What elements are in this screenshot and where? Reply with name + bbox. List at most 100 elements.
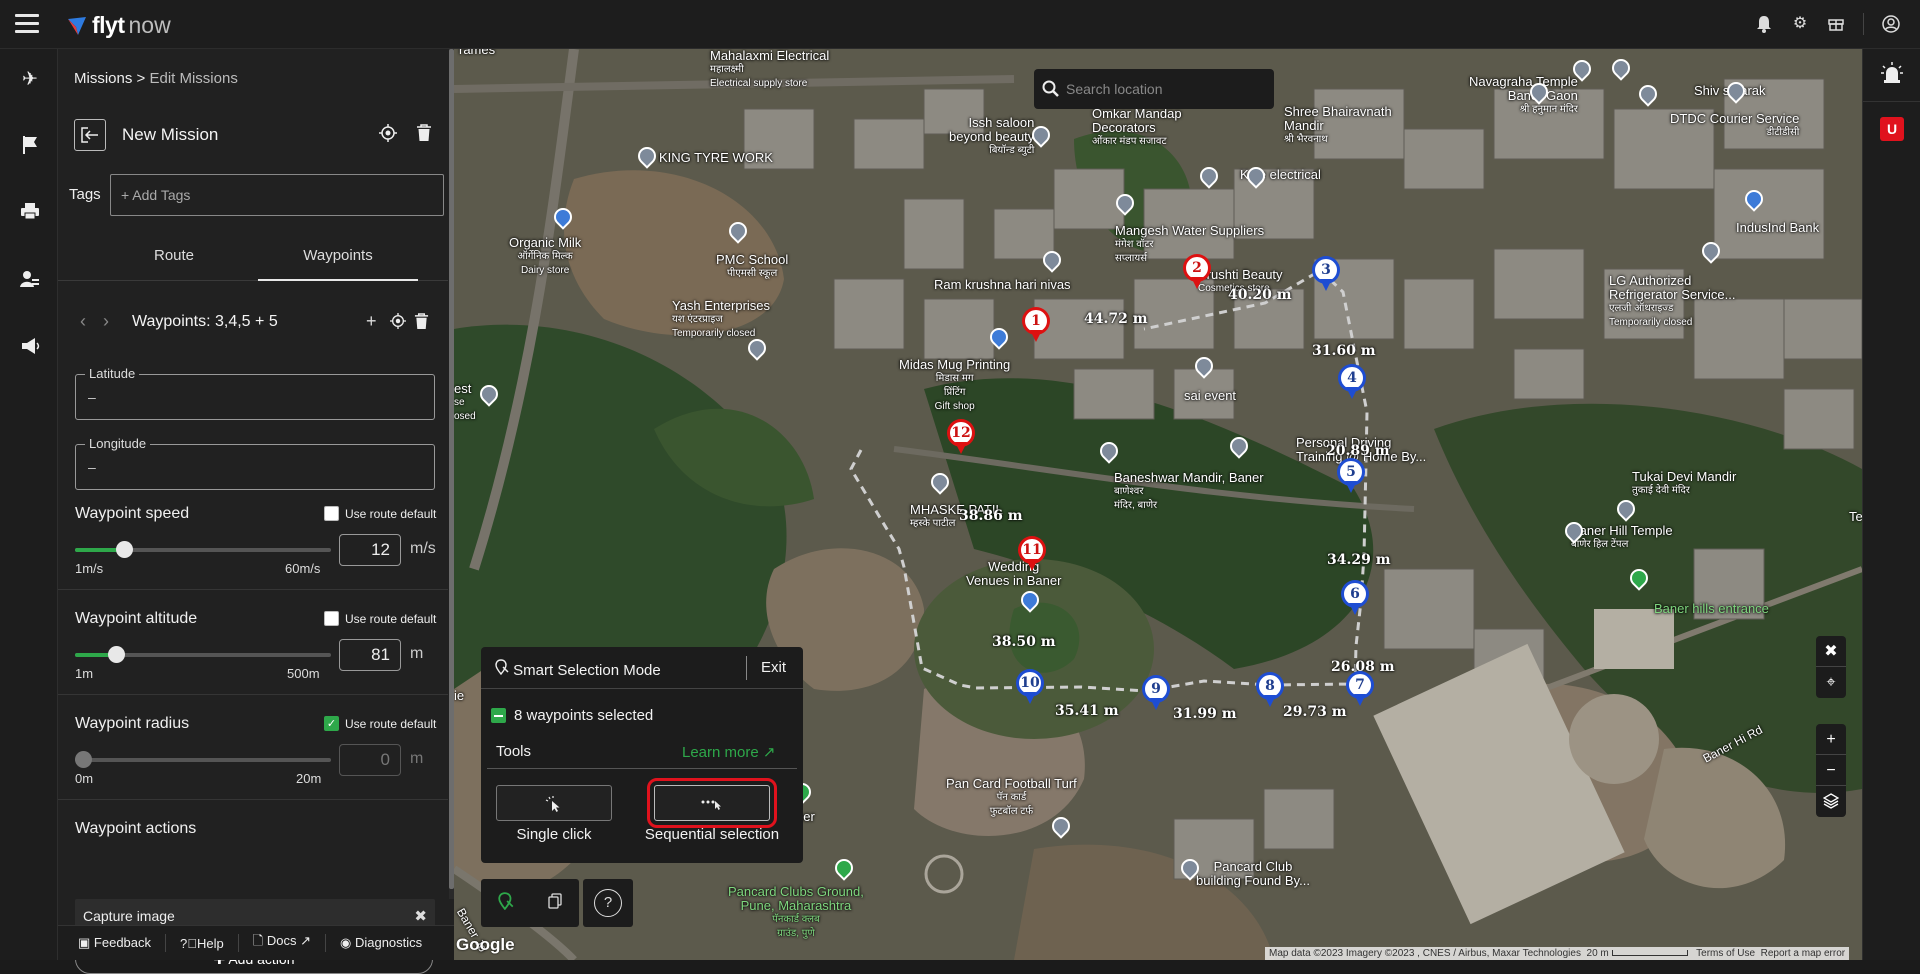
altitude-slider[interactable] [75, 646, 331, 663]
printer-icon[interactable] [19, 202, 41, 224]
map-label-indusind[interactable]: IndusInd Bank [1736, 221, 1819, 235]
speed-use-default[interactable]: Use route default [324, 506, 436, 521]
poi-pin-icon[interactable] [1723, 78, 1749, 104]
map-label-pancardclub[interactable]: Pancard Club building Found By... [1196, 860, 1310, 888]
poi-pin-icon[interactable] [744, 335, 770, 361]
waypoint-marker-3[interactable]: 3 [1313, 257, 1339, 291]
radius-input[interactable]: 0 [339, 744, 401, 776]
waypoint-marker-2[interactable]: 2 [1184, 255, 1210, 289]
map-label-organic[interactable]: Organic Milk ऑर्गेनिक मिल्क Dairy store [509, 236, 581, 278]
zoom-out-button[interactable]: − [1816, 755, 1846, 786]
waypoint-marker-12[interactable]: 12 [948, 420, 974, 454]
zoom-in-button[interactable]: + [1816, 724, 1846, 755]
map-label-midas[interactable]: Midas Mug Printing मिडास मग प्रिंटिंग Gi… [899, 358, 1010, 414]
megaphone-icon[interactable] [19, 337, 41, 359]
breadcrumb-missions[interactable]: Missions [74, 70, 132, 87]
poi-pin-icon[interactable] [725, 218, 751, 244]
app-badge-icon[interactable]: U [1880, 117, 1904, 141]
help-button[interactable]: ? [583, 879, 633, 927]
altitude-use-default[interactable]: Use route default [324, 611, 436, 626]
tab-waypoints[interactable]: Waypoints [258, 239, 418, 281]
poi-pin-icon[interactable] [1028, 122, 1054, 148]
waypoint-marker-9[interactable]: 9 [1143, 676, 1169, 710]
feedback-link[interactable]: ▣ Feedback [78, 935, 151, 951]
copy-icon[interactable] [548, 892, 562, 914]
poi-pin-icon[interactable] [1526, 79, 1552, 105]
latitude-field[interactable]: Latitude – [75, 366, 435, 420]
map-label-yash[interactable]: Yash Enterprises यश एंटरप्राइज Temporari… [672, 299, 770, 341]
poi-pin-icon[interactable] [1243, 163, 1269, 189]
poi-pin-icon[interactable] [1112, 190, 1138, 216]
account-icon[interactable] [1882, 15, 1900, 33]
tags-input[interactable]: + Add Tags [110, 174, 444, 216]
layers-icon[interactable] [1816, 786, 1846, 817]
poi-pin-icon[interactable] [1177, 855, 1203, 881]
alert-light-icon[interactable] [1879, 62, 1905, 88]
search-location-input[interactable]: Search location [1034, 69, 1274, 109]
gear-icon[interactable]: ⚙ [1791, 15, 1809, 33]
map-label-pancard[interactable]: Pan Card Football Turf पॅन कार्ड फुटबॉल … [946, 777, 1077, 819]
longitude-field[interactable]: Longitude – [75, 436, 435, 490]
exit-mission-icon[interactable] [74, 119, 106, 151]
poi-pin-icon[interactable] [550, 204, 576, 230]
single-click-button[interactable] [496, 785, 612, 821]
recenter-icon[interactable]: ⌖ [1816, 667, 1846, 698]
map-label-pancardclubs[interactable]: Pancard Clubs Ground, Pune, Maharashtra … [728, 885, 864, 941]
altitude-slider-knob[interactable] [108, 646, 125, 663]
map-label-pmc[interactable]: PMC School पीएमसी स्कूल [716, 253, 788, 281]
map-label-kingtyre[interactable]: KING TYRE WORK [659, 151, 773, 165]
poi-pin-icon[interactable] [1613, 496, 1639, 522]
poi-pin-icon[interactable] [1698, 238, 1724, 264]
add-waypoint-icon[interactable]: + [366, 311, 377, 332]
map-label-dtdc[interactable]: DTDC Courier Service डीटीडीसी [1670, 112, 1799, 140]
locate-icon[interactable] [378, 124, 398, 144]
poi-pin-icon[interactable] [927, 469, 953, 495]
chevron-left-icon[interactable]: ‹ [80, 311, 86, 332]
speed-input[interactable]: 12 [339, 534, 401, 566]
chevron-right-icon[interactable]: › [103, 311, 109, 332]
report-error-link[interactable]: Report a map error [1761, 948, 1845, 959]
delete-waypoint-icon[interactable] [414, 313, 429, 335]
radius-default-checkbox[interactable]: ✓ [324, 716, 339, 731]
waypoint-marker-8[interactable]: 8 [1257, 673, 1283, 707]
altitude-input[interactable]: 81 [339, 639, 401, 671]
radius-slider[interactable] [75, 751, 331, 768]
menu-icon[interactable] [15, 14, 39, 34]
speed-slider[interactable] [75, 541, 331, 558]
close-tool-icon[interactable]: ✖ [1816, 636, 1846, 667]
poi-pin-icon[interactable] [634, 143, 660, 169]
speed-default-checkbox[interactable] [324, 506, 339, 521]
poi-pin-icon[interactable] [1741, 186, 1767, 212]
radius-use-default[interactable]: ✓ Use route default [324, 716, 436, 731]
altitude-default-checkbox[interactable] [324, 611, 339, 626]
map-label-bhairavnath[interactable]: Shree Bhairavnath Mandir श्री भैरवनाथ [1284, 105, 1392, 147]
poi-pin-icon[interactable] [1635, 81, 1661, 107]
gift-icon[interactable] [1827, 15, 1845, 33]
poi-pin-icon[interactable] [1096, 438, 1122, 464]
exit-button[interactable]: Exit [761, 659, 786, 676]
flag-icon[interactable] [19, 135, 41, 157]
map-label-wedding[interactable]: Wedding Venues in Baner [966, 560, 1061, 588]
map-label-saievent[interactable]: sai event [1184, 389, 1236, 403]
map-label-issh[interactable]: Issh saloon beyond beauty बियॉन्ड ब्युटी [949, 116, 1034, 158]
mission-title[interactable]: New Mission [122, 125, 218, 145]
waypoint-marker-6[interactable]: 6 [1342, 581, 1368, 615]
smart-select-icon[interactable] [498, 891, 514, 915]
poi-pin-icon[interactable] [1608, 55, 1634, 81]
poi-pin-icon[interactable] [1048, 813, 1074, 839]
users-icon[interactable] [19, 270, 41, 292]
tab-route[interactable]: Route [118, 239, 230, 281]
poi-pin-icon[interactable] [831, 855, 857, 881]
poi-pin-icon[interactable] [1626, 565, 1652, 591]
waypoint-marker-11[interactable]: 11 [1019, 537, 1045, 571]
poi-pin-icon[interactable] [476, 381, 502, 407]
poi-pin-icon[interactable] [1569, 56, 1595, 82]
waypoint-marker-4[interactable]: 4 [1339, 365, 1365, 399]
waypoint-marker-10[interactable]: 10 [1017, 670, 1043, 704]
radius-slider-knob[interactable] [75, 751, 92, 768]
trash-icon[interactable] [414, 124, 434, 144]
speed-slider-knob[interactable] [116, 541, 133, 558]
map-label-tukai[interactable]: Tukai Devi Mandir तुकाई देवी मंदिर [1632, 470, 1736, 498]
diagnostics-link[interactable]: ◉ Diagnostics [340, 935, 422, 951]
poi-pin-icon[interactable] [1017, 587, 1043, 613]
